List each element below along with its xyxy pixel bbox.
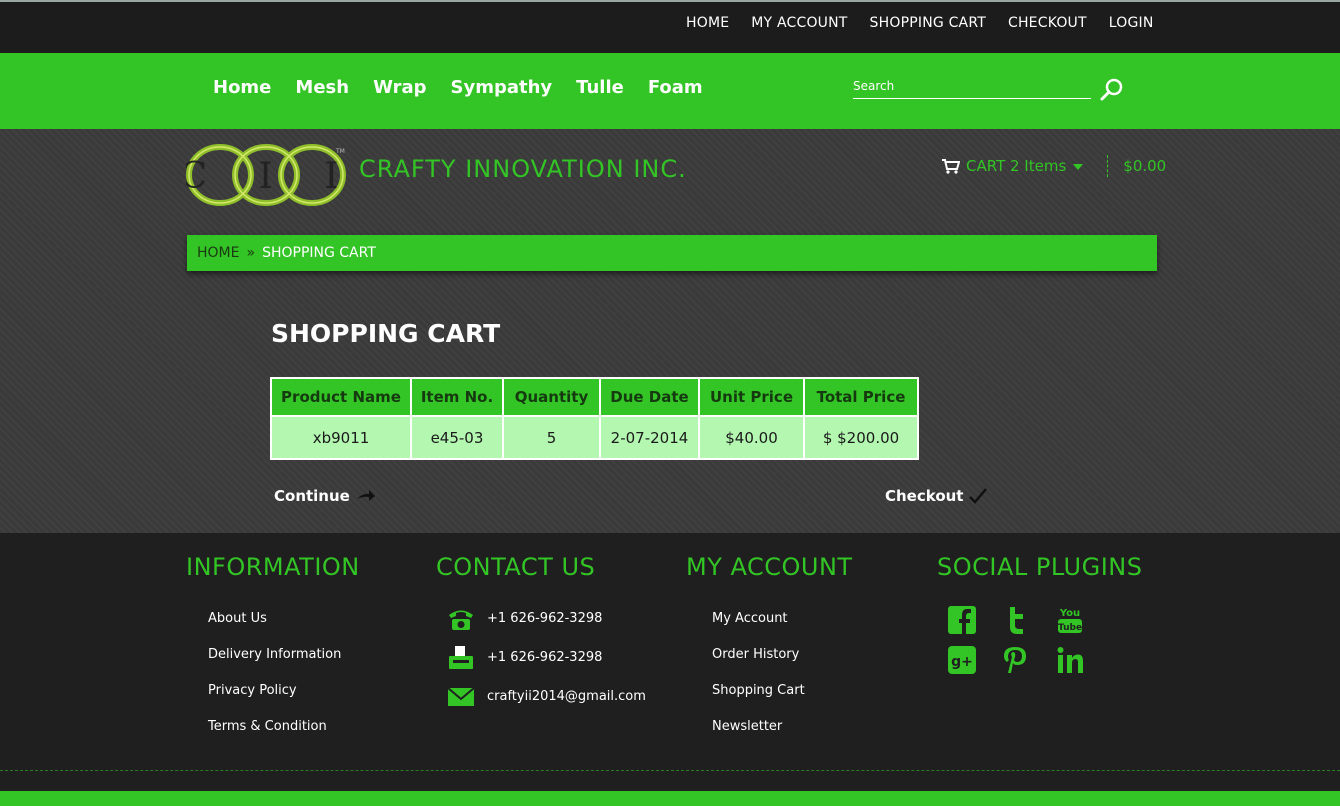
logo-letters: C I I	[186, 156, 352, 197]
menu-item-wrap[interactable]: Wrap	[373, 77, 426, 98]
cell-total-price: $ $200.00	[803, 415, 919, 460]
breadcrumb-home[interactable]: HOME	[197, 245, 239, 261]
menu-item-tulle[interactable]: Tulle	[576, 77, 624, 98]
footer-link-newsletter[interactable]: Newsletter	[712, 719, 782, 734]
footer: INFORMATION About Us Delivery Informatio…	[0, 533, 1340, 791]
footer-social-title: SOCIAL PLUGINS	[937, 553, 1143, 581]
search-box	[853, 73, 1091, 99]
search-icon[interactable]	[1099, 77, 1125, 103]
footer-link-order-history[interactable]: Order History	[712, 647, 799, 662]
cart-icon	[942, 159, 960, 174]
google-plus-icon[interactable]: g+	[947, 645, 977, 675]
mail-icon	[447, 686, 475, 706]
header-item-no: Item No.	[410, 377, 504, 417]
cell-item-no: e45-03	[410, 415, 504, 460]
main-menu: Home Mesh Wrap Sympathy Tulle Foam	[213, 77, 703, 98]
checkmark-icon	[969, 488, 988, 504]
main-content: C I I TM CRAFTY INNOVATION INC. CART 2 I…	[0, 129, 1340, 533]
breadcrumb: HOME » SHOPPING CART	[187, 235, 1157, 271]
cell-unit-price: $40.00	[698, 415, 805, 460]
social-icons: You Tube g+	[937, 605, 1142, 675]
footer-account-title: MY ACCOUNT	[686, 553, 853, 581]
svg-text:Tube: Tube	[1058, 623, 1082, 633]
fax-icon	[449, 645, 473, 669]
svg-text:You: You	[1059, 608, 1080, 619]
breadcrumb-current: SHOPPING CART	[262, 245, 376, 261]
footer-information: INFORMATION About Us Delivery Informatio…	[186, 553, 360, 751]
contact-fax-number: +1 626-962-3298	[487, 650, 603, 665]
cart-label: CART 2 Items	[966, 157, 1067, 175]
continue-label: Continue	[274, 487, 350, 505]
table-row: xb9011 e45-03 5 2-07-2014 $40.00 $ $200.…	[270, 415, 919, 460]
cart-table: Product Name Item No. Quantity Due Date …	[270, 377, 919, 460]
breadcrumb-separator: »	[246, 245, 256, 261]
contact-phone: +1 626-962-3298	[436, 599, 646, 638]
header-total-price: Total Price	[803, 377, 919, 417]
twitter-icon[interactable]	[1001, 605, 1031, 635]
cell-product-name: xb9011	[270, 415, 412, 460]
footer-account: MY ACCOUNT My Account Order History Shop…	[686, 553, 853, 751]
cell-quantity: 5	[502, 415, 601, 460]
menu-item-foam[interactable]: Foam	[648, 77, 703, 98]
logo-icon[interactable]: C I I TM	[186, 141, 352, 209]
contact-fax: +1 626-962-3298	[436, 638, 646, 677]
page-title: SHOPPING CART	[271, 319, 501, 348]
chevron-down-icon	[1073, 164, 1084, 170]
footer-link-privacy-policy[interactable]: Privacy Policy	[208, 683, 297, 698]
footer-contact: CONTACT US +1 626-962-3298 +1 626-962-32…	[436, 553, 646, 716]
cart-summary[interactable]: CART 2 Items $0.00	[942, 155, 1166, 177]
footer-link-about-us[interactable]: About Us	[208, 611, 267, 626]
svg-text:g+: g+	[951, 654, 973, 670]
top-link-login[interactable]: LOGIN	[1109, 15, 1154, 31]
top-link-shopping-cart[interactable]: SHOPPING CART	[870, 15, 986, 31]
arrow-right-icon	[356, 490, 375, 501]
phone-icon	[449, 610, 473, 630]
header-due-date: Due Date	[599, 377, 700, 417]
pinterest-icon[interactable]	[1001, 645, 1031, 675]
header-product-name: Product Name	[270, 377, 412, 417]
footer-link-terms-condition[interactable]: Terms & Condition	[208, 719, 327, 734]
footer-information-title: INFORMATION	[186, 553, 360, 581]
top-links: HOME MY ACCOUNT SHOPPING CART CHECKOUT L…	[686, 15, 1154, 31]
search-input[interactable]	[853, 73, 1091, 98]
menu-item-sympathy[interactable]: Sympathy	[451, 77, 553, 98]
checkout-label: Checkout	[885, 487, 964, 505]
logo-tm: TM	[335, 148, 345, 155]
footer-divider	[0, 770, 1340, 771]
top-link-home[interactable]: HOME	[686, 15, 729, 31]
menu-item-mesh[interactable]: Mesh	[295, 77, 349, 98]
cell-due-date: 2-07-2014	[599, 415, 700, 460]
footer-link-my-account[interactable]: My Account	[712, 611, 788, 626]
footer-contact-title: CONTACT US	[436, 553, 596, 581]
contact-email: craftyii2014@gmail.com	[436, 677, 646, 716]
nav-bar: Home Mesh Wrap Sympathy Tulle Foam	[0, 53, 1340, 129]
footer-link-delivery-information[interactable]: Delivery Information	[208, 647, 341, 662]
facebook-icon[interactable]	[947, 605, 977, 635]
top-bar: HOME MY ACCOUNT SHOPPING CART CHECKOUT L…	[0, 0, 1340, 53]
cart-total: $0.00	[1123, 157, 1167, 175]
table-header-row: Product Name Item No. Quantity Due Date …	[270, 377, 919, 417]
brand-name[interactable]: CRAFTY INNOVATION INC.	[359, 155, 687, 183]
contact-email-address[interactable]: craftyii2014@gmail.com	[487, 689, 646, 704]
linkedin-icon[interactable]	[1055, 645, 1085, 675]
youtube-icon[interactable]: You Tube	[1055, 605, 1085, 635]
menu-item-home[interactable]: Home	[213, 77, 271, 98]
continue-button[interactable]: Continue	[274, 487, 375, 505]
cart-divider	[1107, 155, 1109, 177]
contact-phone-number: +1 626-962-3298	[487, 611, 603, 626]
checkout-button[interactable]: Checkout	[885, 487, 988, 505]
top-link-my-account[interactable]: MY ACCOUNT	[751, 15, 847, 31]
top-link-checkout[interactable]: CHECKOUT	[1008, 15, 1087, 31]
bottom-bar	[0, 791, 1340, 806]
header-quantity: Quantity	[502, 377, 601, 417]
header-unit-price: Unit Price	[698, 377, 805, 417]
footer-social: SOCIAL PLUGINS You Tube g+	[937, 553, 1142, 675]
footer-link-shopping-cart[interactable]: Shopping Cart	[712, 683, 805, 698]
